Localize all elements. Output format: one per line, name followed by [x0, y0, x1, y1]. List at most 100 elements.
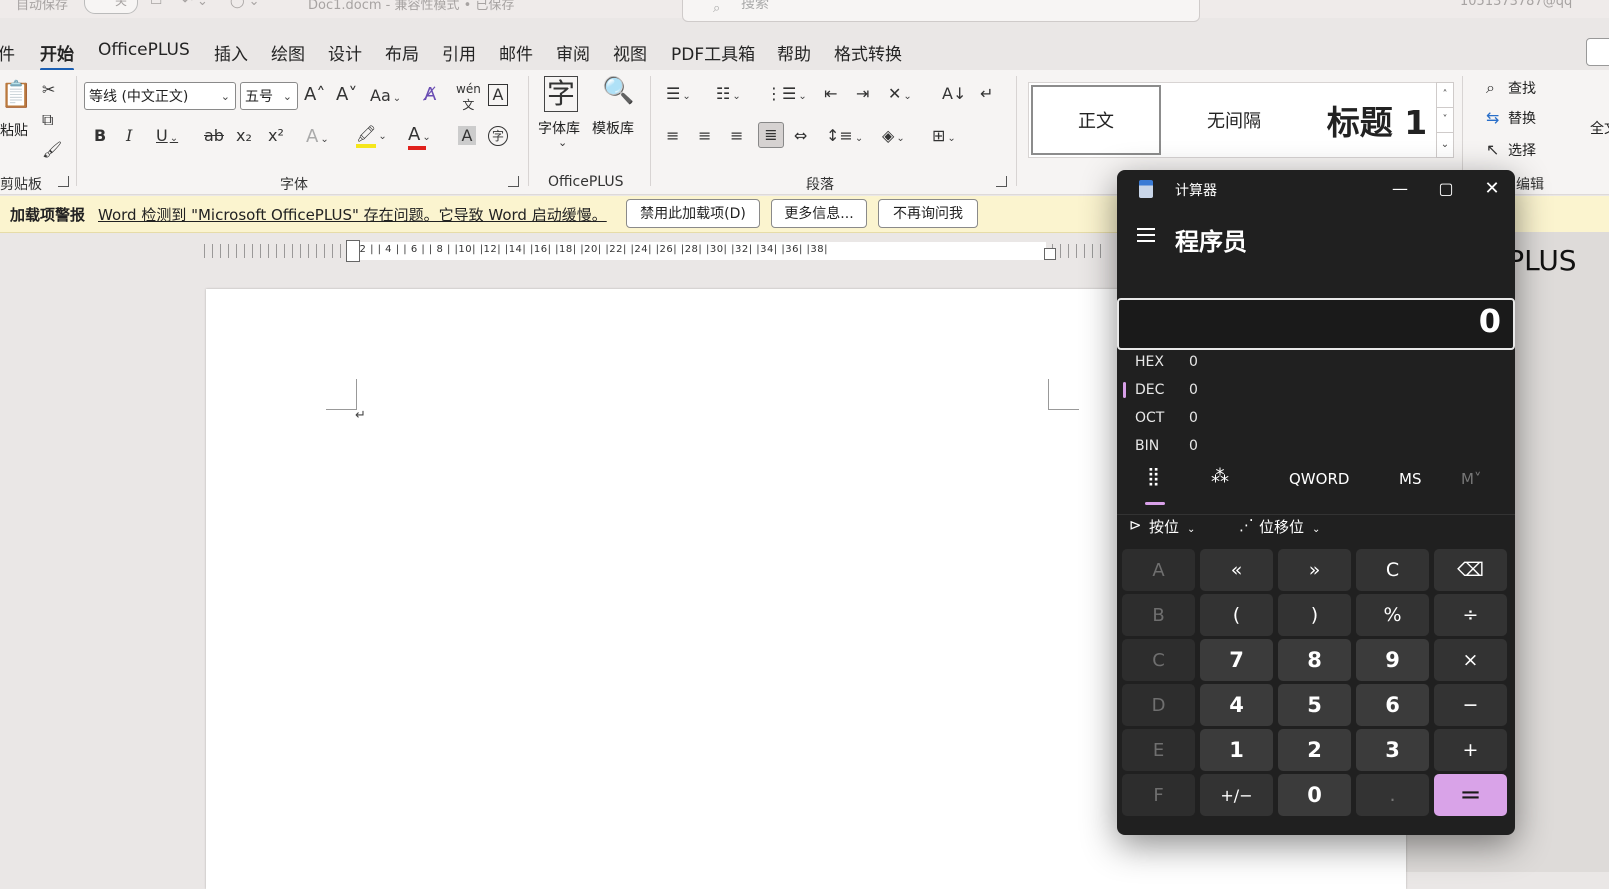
key-multiply[interactable]: ×: [1434, 639, 1507, 681]
tab-home[interactable]: 开始: [40, 40, 74, 71]
chevron-down-icon[interactable]: ⌄: [558, 136, 567, 149]
select-label[interactable]: 选择: [1508, 140, 1536, 160]
key-right-shift[interactable]: »: [1278, 549, 1351, 591]
font-size-dropdown[interactable]: 五号 ⌄: [240, 82, 298, 110]
format-painter-icon[interactable]: 🖌: [42, 140, 62, 159]
tab-format-convert[interactable]: 格式转换: [834, 40, 902, 65]
styles-scroll-up-icon[interactable]: ˄: [1436, 82, 1454, 108]
paste-label[interactable]: 粘贴: [0, 120, 28, 140]
character-shading-icon[interactable]: A: [458, 126, 476, 145]
select-icon[interactable]: ↖: [1486, 140, 1499, 159]
key-0[interactable]: 0: [1278, 774, 1351, 816]
dont-ask-again-button[interactable]: 不再询问我: [878, 199, 978, 228]
key-backspace[interactable]: ⌫: [1434, 549, 1507, 591]
show-marks-icon[interactable]: ↵: [980, 84, 993, 103]
key-negate[interactable]: +/−: [1200, 774, 1273, 816]
disable-addin-button[interactable]: 禁用此加载项(D): [626, 199, 760, 228]
key-9[interactable]: 9: [1356, 639, 1429, 681]
borders-icon[interactable]: ⊞ ⌄: [932, 126, 956, 145]
tab-help[interactable]: 帮助: [777, 40, 811, 65]
full-text-label[interactable]: 全文: [1590, 118, 1609, 138]
template-library-icon[interactable]: 🔍: [602, 76, 634, 106]
copy-icon[interactable]: ⧉: [42, 110, 53, 130]
replace-icon[interactable]: ⇆: [1486, 108, 1499, 127]
tab-layout[interactable]: 布局: [385, 40, 419, 65]
align-left-icon[interactable]: ≡: [666, 126, 679, 145]
key-1[interactable]: 1: [1200, 729, 1273, 771]
tab-pdf-tools[interactable]: PDF工具箱: [671, 40, 755, 65]
key-3[interactable]: 3: [1356, 729, 1429, 771]
more-info-button[interactable]: 更多信息...: [771, 199, 867, 228]
styles-expand-icon[interactable]: ⌄: [1436, 132, 1454, 158]
template-library-label[interactable]: 模板库: [592, 118, 634, 138]
tab-officeplus[interactable]: OfficePLUS: [98, 40, 190, 60]
shading-icon[interactable]: ◈ ⌄: [882, 126, 905, 145]
replace-label[interactable]: 替换: [1508, 108, 1536, 128]
tab-insert[interactable]: 插入: [214, 40, 248, 65]
style-heading-1[interactable]: 标题 1: [1307, 83, 1447, 157]
undo-icon[interactable]: ↶ ⌄: [182, 0, 208, 9]
key-left-shift[interactable]: «: [1200, 549, 1273, 591]
menu-icon[interactable]: [1137, 228, 1155, 242]
bullets-icon[interactable]: ☰ ⌄: [666, 84, 691, 103]
tab-design[interactable]: 设计: [328, 40, 362, 65]
bit-toggle-keypad-icon[interactable]: ⁂: [1211, 466, 1229, 487]
bitwise-dropdown[interactable]: 按位 ⌄: [1149, 516, 1195, 537]
find-icon[interactable]: ⌕: [1486, 78, 1495, 98]
decrease-indent-icon[interactable]: ⇤: [824, 84, 837, 103]
key-2[interactable]: 2: [1278, 729, 1351, 771]
base-bin-row[interactable]: BIN 0: [1135, 434, 1335, 460]
change-case-icon[interactable]: Aa ⌄: [370, 86, 401, 105]
font-library-label[interactable]: 字体库: [538, 118, 580, 138]
styles-scroll-down-icon[interactable]: ˅: [1436, 107, 1454, 133]
comment-button[interactable]: [1586, 38, 1609, 66]
key-6[interactable]: 6: [1356, 684, 1429, 726]
word-size-button[interactable]: QWORD: [1289, 470, 1349, 488]
full-keypad-icon[interactable]: ⣿: [1147, 466, 1160, 487]
clear-formatting-icon[interactable]: A̸: [424, 84, 436, 105]
search-input[interactable]: ⌕ 搜索: [682, 0, 1200, 22]
key-8[interactable]: 8: [1278, 639, 1351, 681]
superscript-icon[interactable]: x²: [268, 126, 284, 145]
font-color-icon[interactable]: A ⌄: [408, 124, 431, 145]
italic-icon[interactable]: I: [126, 126, 132, 145]
shrink-font-icon[interactable]: A˅: [336, 84, 357, 105]
key-subtract[interactable]: −: [1434, 684, 1507, 726]
subscript-icon[interactable]: x₂: [236, 126, 252, 145]
base-hex-row[interactable]: HEX 0: [1135, 350, 1335, 376]
key-open-paren[interactable]: (: [1200, 594, 1273, 636]
sort-icon[interactable]: A↓: [942, 84, 966, 103]
enclose-characters-icon[interactable]: 字: [488, 126, 508, 146]
cut-icon[interactable]: ✂: [42, 80, 55, 99]
character-border-icon[interactable]: A: [488, 84, 508, 106]
horizontal-ruler[interactable]: | 2 | | 4 | | 6 | | 8 | |10| |12| |14| |…: [204, 240, 1104, 262]
increase-indent-icon[interactable]: ⇥: [856, 84, 869, 103]
paste-icon[interactable]: 📋: [0, 80, 32, 110]
bold-icon[interactable]: B: [94, 126, 106, 145]
key-clear[interactable]: C: [1356, 549, 1429, 591]
warning-message-link[interactable]: Word 检测到 "Microsoft OfficePLUS" 存在问题。它导致…: [98, 204, 607, 225]
font-library-icon[interactable]: 字: [544, 76, 578, 112]
line-spacing-icon[interactable]: ↕≡ ⌄: [826, 126, 863, 145]
text-effects-icon[interactable]: A ⌄: [306, 126, 329, 147]
strikethrough-icon[interactable]: ab: [204, 126, 224, 145]
save-icon[interactable]: ▭: [150, 0, 162, 9]
distributed-icon[interactable]: ⇔: [794, 126, 807, 145]
tab-view[interactable]: 视图: [613, 40, 647, 65]
align-right-icon[interactable]: ≡: [730, 126, 743, 145]
maximize-icon[interactable]: ▢: [1423, 172, 1469, 206]
tab-file[interactable]: 件: [0, 40, 15, 65]
key-4[interactable]: 4: [1200, 684, 1273, 726]
grow-font-icon[interactable]: A˄: [304, 84, 325, 105]
tab-review[interactable]: 审阅: [556, 40, 590, 65]
highlight-icon[interactable]: 🖍 ⌄: [356, 124, 387, 143]
right-indent-marker[interactable]: [1044, 248, 1056, 260]
phonetic-guide-icon[interactable]: wén 文: [456, 82, 481, 113]
base-oct-row[interactable]: OCT 0: [1135, 406, 1335, 432]
align-center-icon[interactable]: ≡: [698, 126, 711, 145]
clipboard-launcher[interactable]: [58, 176, 69, 187]
key-7[interactable]: 7: [1200, 639, 1273, 681]
font-name-dropdown[interactable]: 等线 (中文正文) ⌄: [84, 82, 236, 110]
key-close-paren[interactable]: ): [1278, 594, 1351, 636]
memory-list-button[interactable]: M˅: [1461, 470, 1481, 488]
